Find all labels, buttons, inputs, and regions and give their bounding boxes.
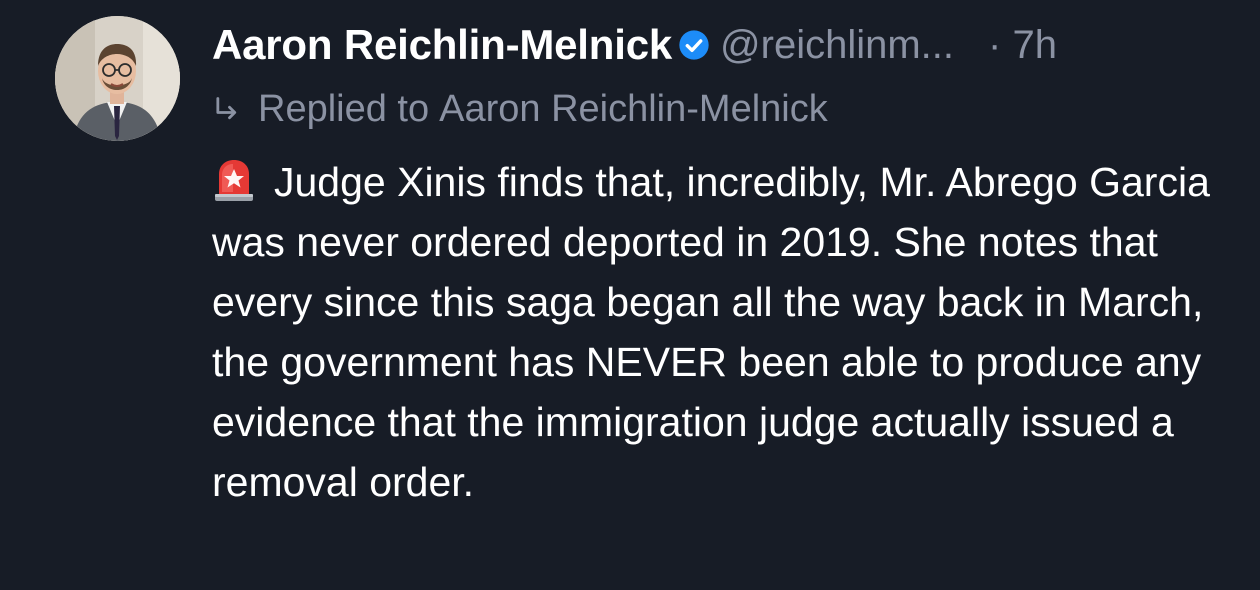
post-content: Aaron Reichlin-Melnick @reichlinm... · 7… — [212, 14, 1232, 512]
reply-arrow-icon — [216, 97, 237, 120]
post-text: Judge Xinis finds that, incredibly, Mr. … — [212, 159, 1210, 505]
post-timestamp[interactable]: · 7h — [988, 23, 1057, 68]
post-body: Judge Xinis finds that, incredibly, Mr. … — [212, 152, 1222, 512]
reply-post[interactable]: Aaron Reichlin-Melnick @reichlinm... · 7… — [0, 0, 1260, 590]
post-header: Aaron Reichlin-Melnick @reichlinm... · 7… — [212, 14, 1232, 76]
author-name[interactable]: Aaron Reichlin-Melnick — [212, 21, 672, 69]
avatar-photo — [55, 16, 180, 141]
verified-badge-icon — [679, 30, 709, 60]
author-handle[interactable]: @reichlinm... — [720, 23, 954, 68]
avatar[interactable] — [55, 16, 180, 141]
reply-context[interactable]: Replied to Aaron Reichlin-Melnick — [212, 80, 1232, 138]
reply-target[interactable]: Aaron Reichlin-Melnick — [439, 88, 828, 131]
reply-prefix: Replied to — [258, 87, 430, 130]
rotating-light-icon — [215, 160, 253, 201]
